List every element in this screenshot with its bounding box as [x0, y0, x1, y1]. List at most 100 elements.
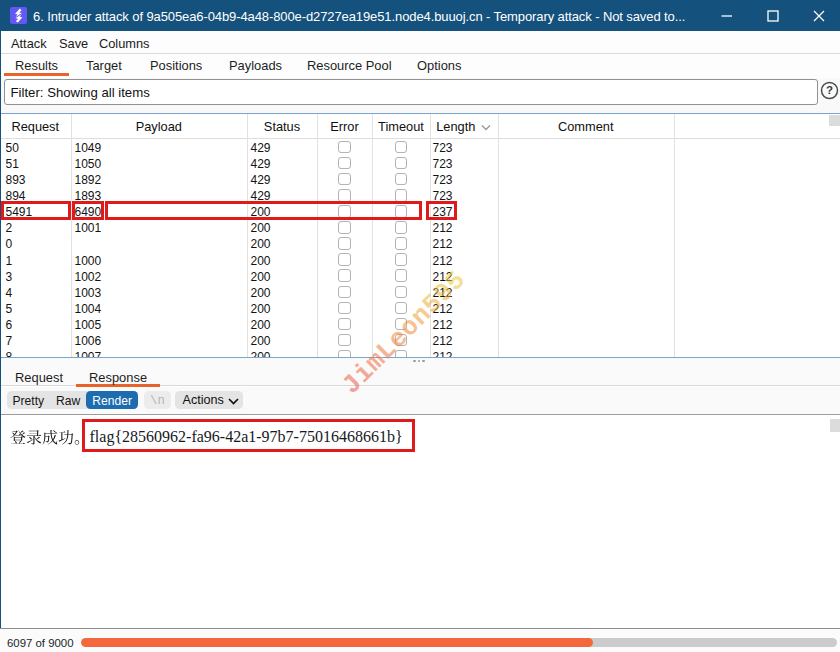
error-checkbox[interactable]	[338, 221, 351, 234]
cell-request: 51	[6, 157, 19, 171]
error-checkbox[interactable]	[338, 318, 351, 331]
filter-bar[interactable]: Filter: Showing all items	[4, 79, 818, 105]
timeout-checkbox[interactable]	[395, 318, 408, 331]
timeout-checkbox[interactable]	[395, 253, 408, 266]
close-button[interactable]	[796, 0, 840, 31]
column-header-comment[interactable]: Comment	[498, 119, 675, 134]
minimize-button[interactable]	[704, 0, 749, 31]
error-checkbox[interactable]	[338, 334, 351, 347]
table-row[interactable]: 31002200212	[0, 268, 840, 284]
timeout-checkbox[interactable]	[395, 141, 408, 154]
timeout-checkbox[interactable]	[395, 173, 408, 186]
editor-tab-response[interactable]: Response	[76, 363, 160, 388]
error-checkbox[interactable]	[338, 269, 351, 282]
splitter-handle[interactable]	[413, 359, 428, 363]
table-row[interactable]: 501049429723	[0, 140, 840, 156]
table-row[interactable]: 8931892429723	[0, 172, 840, 188]
mode-button-pretty[interactable]: Pretty	[7, 391, 51, 410]
maximize-button[interactable]	[750, 0, 795, 31]
cell-request: 50	[6, 141, 19, 155]
help-button[interactable]: ?	[820, 81, 839, 100]
timeout-checkbox[interactable]	[395, 302, 408, 315]
window-frame-left	[0, 0, 1, 628]
menu-columns[interactable]: Columns	[99, 36, 150, 51]
burp-intruder-icon	[10, 7, 27, 24]
svg-text:?: ?	[826, 84, 833, 96]
table-row[interactable]: 81007200212	[0, 349, 840, 358]
newline-toggle-button[interactable]: \n	[144, 391, 171, 410]
table-row[interactable]: 71006200212	[0, 333, 840, 349]
timeout-checkbox[interactable]	[395, 237, 408, 250]
tab-options[interactable]: Options	[406, 55, 472, 76]
column-separator	[674, 114, 675, 358]
mode-button-render[interactable]: Render	[86, 391, 138, 410]
cell-status: 200	[251, 237, 271, 251]
error-checkbox[interactable]	[338, 253, 351, 266]
column-separator	[372, 114, 373, 358]
timeout-checkbox[interactable]	[395, 221, 408, 234]
actions-button[interactable]: Actions	[175, 391, 243, 410]
annotation-box-status	[105, 201, 423, 219]
error-checkbox[interactable]	[338, 302, 351, 315]
column-separator	[247, 114, 248, 358]
timeout-checkbox[interactable]	[395, 286, 408, 299]
cell-status: 200	[251, 221, 271, 235]
table-row[interactable]: 51004200212	[0, 301, 840, 317]
response-scrollbar-thumb[interactable]	[830, 419, 840, 432]
column-separator	[498, 114, 499, 358]
cell-status: 200	[251, 350, 271, 357]
error-checkbox[interactable]	[338, 141, 351, 154]
cell-length: 723	[433, 157, 453, 171]
cell-payload: 1004	[75, 302, 102, 316]
table-row[interactable]: 511050429723	[0, 156, 840, 172]
column-header-label: Error	[330, 119, 358, 134]
timeout-checkbox[interactable]	[395, 334, 408, 347]
column-header-timeout[interactable]: Timeout	[372, 119, 430, 134]
maximize-icon	[767, 10, 779, 22]
error-checkbox[interactable]	[338, 286, 351, 299]
menu-save[interactable]: Save	[59, 36, 88, 51]
cell-status: 200	[251, 254, 271, 268]
progress-bar-fill	[81, 638, 594, 647]
column-header-status[interactable]: Status	[247, 119, 317, 134]
column-header-request[interactable]: Request	[0, 119, 71, 134]
timeout-checkbox[interactable]	[395, 189, 408, 202]
tab-payloads[interactable]: Payloads	[218, 55, 293, 76]
tab-results[interactable]: Results	[4, 55, 69, 76]
tab-positions[interactable]: Positions	[139, 55, 213, 76]
tab-target[interactable]: Target	[75, 55, 133, 76]
cell-request: 7	[6, 334, 13, 348]
error-checkbox[interactable]	[338, 189, 351, 202]
table-row[interactable]: 0200212	[0, 236, 840, 252]
cell-status: 200	[251, 270, 271, 284]
cell-length: 212	[433, 350, 453, 357]
table-row[interactable]: 61005200212	[0, 317, 840, 333]
editor-tab-request[interactable]: Request	[2, 363, 76, 388]
cell-length: 723	[433, 141, 453, 155]
cell-request: 0	[6, 237, 13, 251]
table-row[interactable]: 21001200212	[0, 220, 840, 236]
tab-resource-pool[interactable]: Resource Pool	[296, 55, 403, 76]
error-checkbox[interactable]	[338, 350, 351, 358]
column-header-error[interactable]: Error	[317, 119, 372, 134]
timeout-checkbox[interactable]	[395, 350, 408, 358]
column-header-payload[interactable]: Payload	[71, 119, 248, 134]
table-scrollbar-thumb[interactable]	[829, 115, 840, 126]
table-row[interactable]: 41003200212	[0, 284, 840, 300]
cell-request: 4	[6, 286, 13, 300]
editor-toolbar: PrettyRawRender \n Actions	[0, 387, 840, 415]
menu-attack[interactable]: Attack	[11, 36, 47, 51]
column-header-length[interactable]: Length	[430, 119, 498, 134]
timeout-checkbox[interactable]	[395, 157, 408, 170]
splitter-dot	[422, 360, 425, 363]
column-separator	[317, 114, 318, 358]
mode-button-raw[interactable]: Raw	[50, 391, 86, 410]
column-separator	[71, 114, 72, 358]
cell-payload: 1003	[75, 286, 102, 300]
error-checkbox[interactable]	[338, 173, 351, 186]
timeout-checkbox[interactable]	[395, 269, 408, 282]
error-checkbox[interactable]	[338, 237, 351, 250]
error-checkbox[interactable]	[338, 157, 351, 170]
table-row[interactable]: 11000200212	[0, 252, 840, 268]
cell-length: 723	[433, 173, 453, 187]
